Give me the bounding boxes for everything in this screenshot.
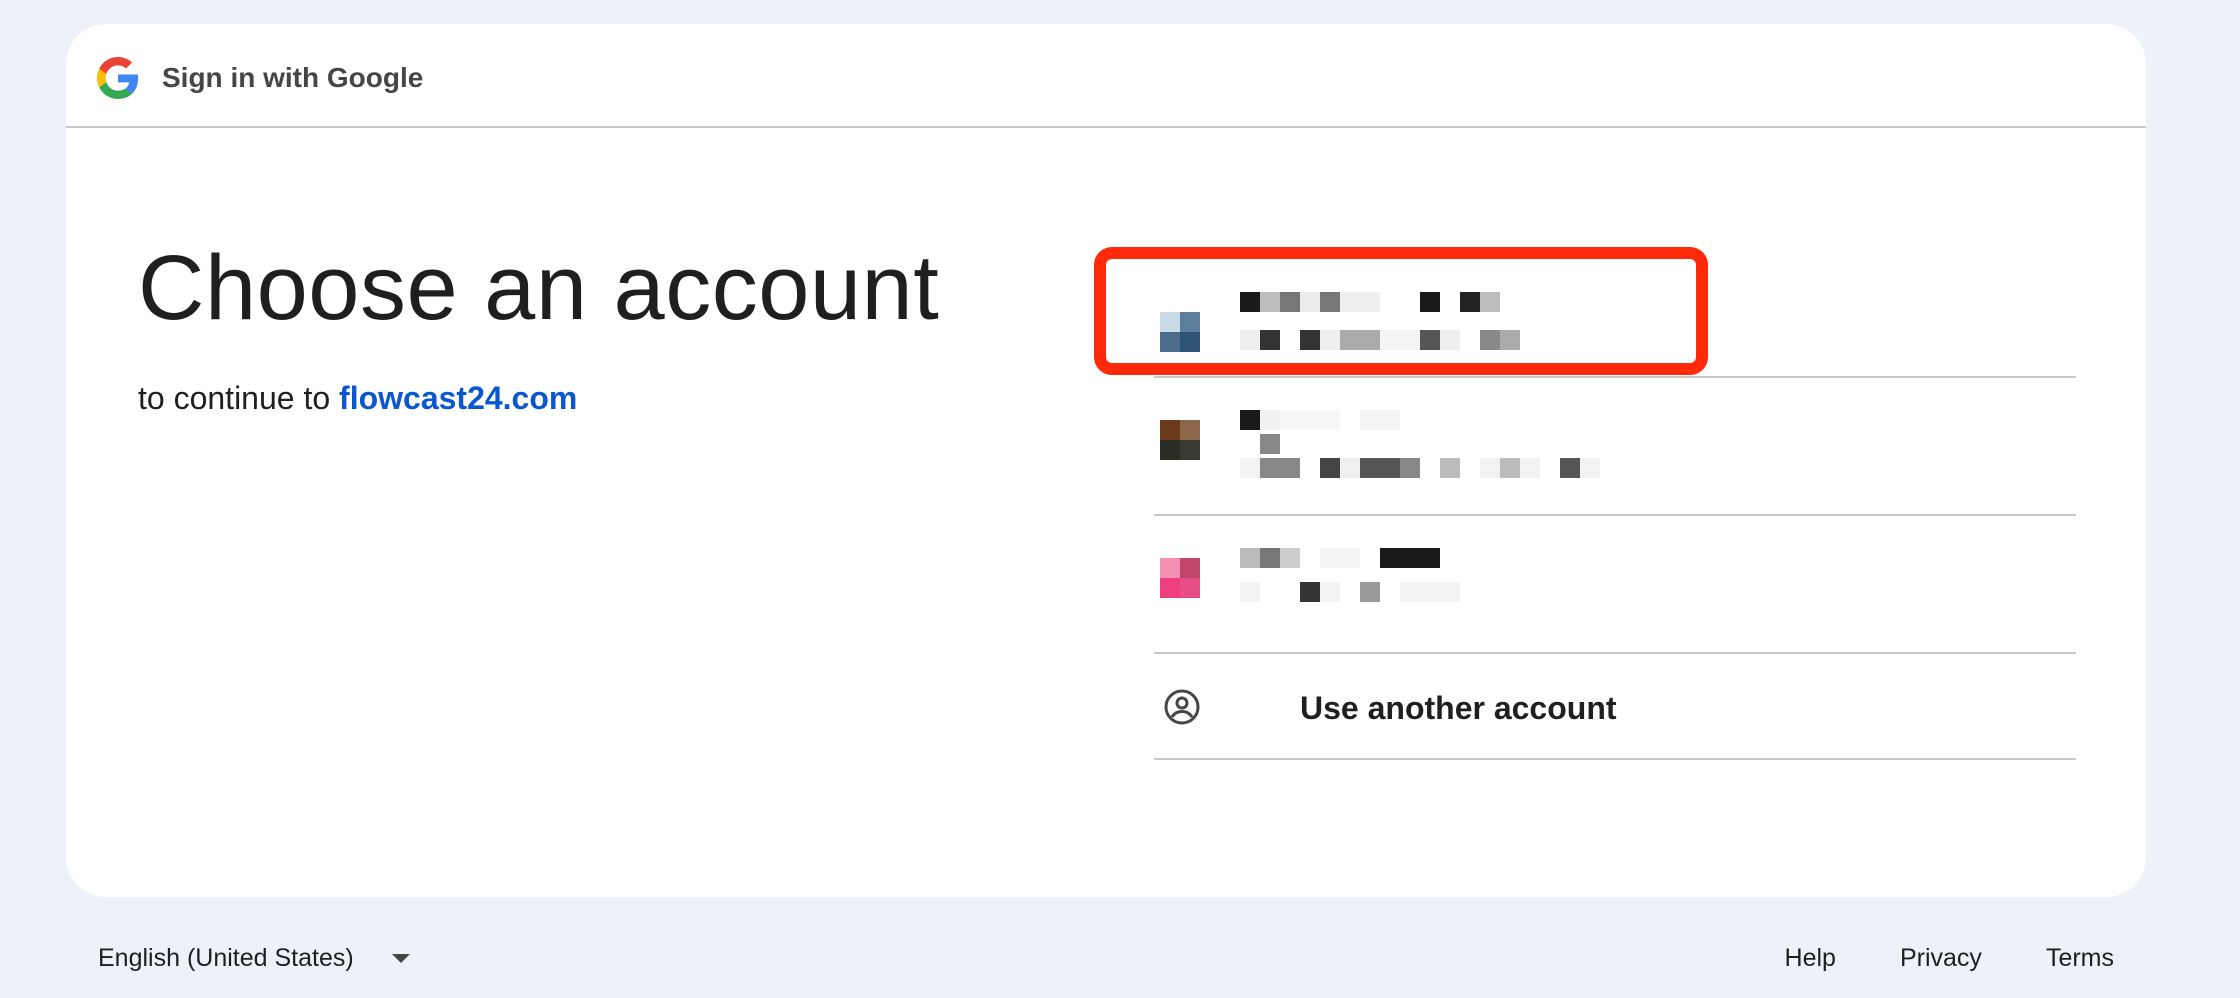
site-link[interactable]: flowcast24.com: [339, 380, 577, 416]
account-name-blurred: [1240, 548, 1440, 568]
page-subtitle: to continue to flowcast24.com: [138, 380, 577, 417]
card-header: Sign in with Google: [66, 24, 2146, 128]
account-name-blurred: [1240, 410, 1400, 430]
account-row[interactable]: [1154, 252, 2076, 378]
page-title: Choose an account: [138, 237, 940, 339]
account-row[interactable]: [1154, 378, 2076, 516]
header-title: Sign in with Google: [162, 62, 424, 93]
account-email-blurred: [1240, 582, 1460, 602]
account-detail-blurred: [1240, 434, 1280, 454]
avatar: [1160, 420, 1200, 460]
avatar: [1160, 312, 1200, 352]
account-row[interactable]: [1154, 516, 2076, 654]
chevron-down-icon: [391, 954, 410, 963]
account-email-blurred: [1240, 330, 1520, 350]
use-another-account-button[interactable]: Use another account: [1154, 654, 2076, 760]
account-email-blurred: [1240, 458, 1600, 478]
sign-in-card: Sign in with Google Choose an account to…: [66, 24, 2146, 897]
privacy-link[interactable]: Privacy: [1900, 944, 1982, 973]
language-label: English (United States): [98, 944, 354, 972]
help-link[interactable]: Help: [1785, 944, 1836, 973]
google-g-icon: [97, 57, 139, 99]
footer-links: Help Privacy Terms: [1785, 944, 2114, 973]
use-another-account-label: Use another account: [1300, 690, 1617, 726]
account-list: Use another account: [1154, 252, 2076, 760]
language-select[interactable]: English (United States): [98, 944, 410, 973]
account-name-blurred: [1240, 292, 1500, 312]
footer: English (United States) Help Privacy Ter…: [0, 938, 2240, 978]
person-circle-icon: [1164, 689, 1200, 725]
terms-link[interactable]: Terms: [2046, 944, 2114, 973]
avatar: [1160, 558, 1200, 598]
subtitle-prefix: to continue to: [138, 380, 340, 416]
